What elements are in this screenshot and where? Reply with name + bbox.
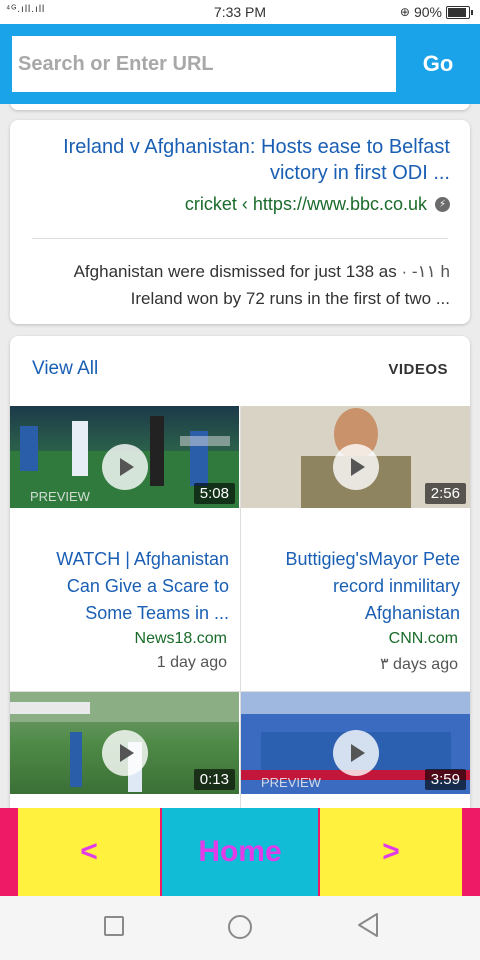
battery-indicator: ⊕ 90% <box>399 4 473 20</box>
battery-icon <box>446 5 473 19</box>
video-title[interactable]: Buttigieg'sMayor Pete record inmilitary … <box>251 546 460 627</box>
video-duration: 2:56 <box>424 483 466 504</box>
play-icon[interactable] <box>333 730 379 776</box>
video-thumbnail[interactable]: 0:13 <box>10 692 239 794</box>
video-thumbnail[interactable]: PREVIEW 3:59 <box>241 692 470 794</box>
back-button[interactable]: < <box>18 808 160 896</box>
video-item[interactable]: PREVIEW 5:08 WATCH | Afghanistan Can Giv… <box>10 406 239 691</box>
lightning-icon: ⚡ <box>435 197 450 212</box>
news-title[interactable]: Ireland v Afghanistan: Hosts ease to Bel… <box>30 134 450 186</box>
video-duration: 5:08 <box>193 483 235 504</box>
circle-icon[interactable] <box>228 915 252 939</box>
triangle-back-icon[interactable] <box>356 912 380 938</box>
forward-button[interactable]: > <box>320 808 462 896</box>
play-icon[interactable] <box>333 444 379 490</box>
news-source-text: cricket ‹ https://www.bbc.co.uk <box>184 194 427 214</box>
alarm-icon: ⊕ <box>399 5 410 19</box>
video-age: 1 day ago <box>156 654 227 671</box>
videos-card: View All VIDEOS PREVIEW 5:08 WATCH | Afg… <box>10 336 470 808</box>
play-icon[interactable] <box>102 444 148 490</box>
play-icon[interactable] <box>102 730 148 776</box>
preview-label: PREVIEW <box>261 775 321 790</box>
results-area[interactable]: Ireland v Afghanistan: Hosts ease to Bel… <box>0 104 480 808</box>
video-item[interactable]: PREVIEW 3:59 <box>241 692 470 808</box>
bottom-nav: < Home > <box>0 808 480 896</box>
battery-percent: 90% <box>413 4 442 20</box>
video-title[interactable]: WATCH | Afghanistan Can Give a Scare to … <box>20 546 229 627</box>
url-bar: Go <box>0 24 480 104</box>
url-input[interactable] <box>12 36 396 92</box>
video-age: ٣ days ago <box>380 656 458 673</box>
video-source: CNN.com <box>388 630 458 647</box>
video-source: News18.com <box>134 630 227 647</box>
snippet-time: · -١١ h <box>396 262 450 281</box>
snippet-line2: Ireland won by 72 runs in the first of t… <box>130 289 450 308</box>
home-button[interactable]: Home <box>162 808 318 896</box>
video-item[interactable]: 0:13 <box>10 692 239 808</box>
video-thumbnail[interactable]: 2:56 <box>241 406 470 508</box>
news-source[interactable]: cricket ‹ https://www.bbc.co.uk ⚡ <box>185 194 450 215</box>
go-button[interactable]: Go <box>396 36 480 92</box>
view-all-link[interactable]: View All <box>32 358 98 380</box>
news-card[interactable]: Ireland v Afghanistan: Hosts ease to Bel… <box>10 120 470 324</box>
video-item[interactable]: 2:56 Buttigieg'sMayor Pete record inmili… <box>241 406 470 691</box>
previous-card <box>10 104 470 110</box>
system-nav-bar <box>0 896 480 960</box>
divider <box>32 238 448 239</box>
video-duration: 3:59 <box>424 769 466 790</box>
column-divider <box>240 406 241 808</box>
news-snippet: Afghanistan were dismissed for just 138 … <box>30 258 450 312</box>
status-bar: ⁴ᴳ.ıll.ıll 7:33 PM ⊕ 90% <box>0 0 480 24</box>
snippet-line1: Afghanistan were dismissed for just 138 … <box>73 262 397 281</box>
square-icon[interactable] <box>104 916 124 936</box>
video-thumbnail[interactable]: PREVIEW 5:08 <box>10 406 239 508</box>
videos-heading: VIDEOS <box>388 361 448 378</box>
preview-label: PREVIEW <box>30 489 90 504</box>
row-divider <box>10 691 470 692</box>
video-duration: 0:13 <box>193 769 235 790</box>
